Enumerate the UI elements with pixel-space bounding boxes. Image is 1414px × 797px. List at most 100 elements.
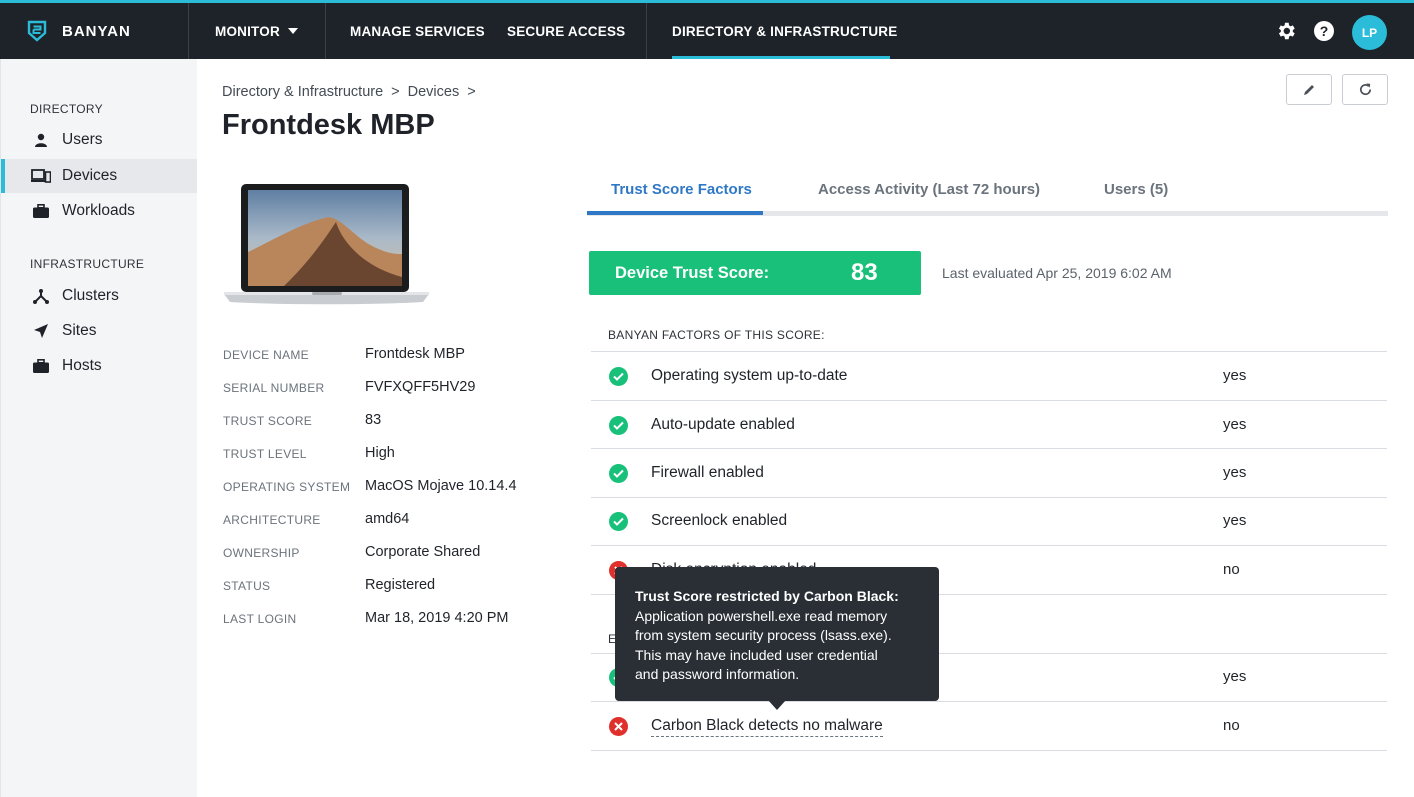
tooltip-title: Trust Score restricted by Carbon Black: [635, 588, 899, 604]
check-circle-icon [609, 512, 628, 531]
refresh-icon [1359, 83, 1371, 96]
detail-label: OWNERSHIP [223, 546, 300, 560]
nav-manage-services[interactable]: MANAGE SERVICES [350, 3, 485, 59]
tooltip-line: and password information. [635, 666, 800, 682]
detail-value-trust-level: High [365, 445, 395, 461]
factor-name: Firewall enabled [651, 464, 764, 481]
breadcrumb-separator: > [467, 84, 476, 100]
tooltip-line: from system security process (lsass.exe)… [635, 627, 892, 643]
detail-value-trust-score: 83 [365, 412, 382, 428]
factor-value: yes [1223, 416, 1247, 433]
sidebar-item-hosts[interactable]: Hosts [1, 349, 197, 383]
factor-value: yes [1223, 464, 1247, 481]
factor-name: Screenlock enabled [651, 512, 788, 529]
factor-name: Operating system up-to-date [651, 367, 848, 384]
factor-row: Auto-update enabled yes [591, 401, 1387, 449]
detail-label: TRUST LEVEL [223, 447, 307, 461]
sidebar-item-label: Sites [62, 322, 97, 339]
factor-name: Auto-update enabled [651, 416, 795, 433]
breadcrumb-separator: > [391, 84, 400, 100]
trust-score-value: 83 [851, 259, 878, 286]
sidebar-heading-infrastructure: INFRASTRUCTURE [30, 257, 145, 271]
sidebar-item-label: Users [62, 131, 103, 148]
last-evaluated-text: Last evaluated Apr 25, 2019 6:02 AM [942, 265, 1172, 281]
brand-name: BANYAN [62, 22, 131, 40]
caret-down-icon [287, 28, 298, 34]
nav-secure-access[interactable]: SECURE ACCESS [507, 3, 625, 59]
tooltip-line: This may have included user credential [635, 646, 878, 663]
nav-directory-infrastructure-label: DIRECTORY & INFRASTRUCTURE [672, 23, 898, 39]
factor-value: yes [1223, 367, 1247, 384]
sidebar-heading-directory: DIRECTORY [30, 102, 103, 116]
detail-label: OPERATING SYSTEM [223, 480, 351, 494]
cluster-icon [31, 288, 51, 304]
refresh-button[interactable] [1342, 74, 1388, 105]
detail-value-status: Registered [365, 577, 436, 593]
help-icon[interactable]: ? [1313, 20, 1335, 42]
device-trust-score-badge: Device Trust Score: 83 [589, 251, 921, 295]
factor-value: no [1223, 561, 1240, 578]
banyan-factors-heading: BANYAN FACTORS OF THIS SCORE: [608, 328, 825, 342]
detail-value-serial-number: FVFXQFF5HV29 [365, 379, 476, 395]
briefcase-icon [31, 203, 51, 219]
nav-directory-infrastructure[interactable]: DIRECTORY & INFRASTRUCTURE [672, 3, 897, 59]
user-icon [31, 132, 51, 148]
tooltip-line: Application powershell.exe read memory [635, 607, 888, 624]
top-navigation-bar: BANYAN MONITOR MANAGE SERVICES SECURE AC… [0, 0, 1414, 59]
factor-value: yes [1223, 512, 1247, 529]
sidebar-item-sites[interactable]: Sites [1, 314, 197, 348]
sidebar-item-label: Clusters [62, 287, 119, 304]
nav-active-indicator [672, 56, 890, 59]
check-circle-icon [609, 416, 628, 435]
nav-monitor-label: MONITOR [215, 23, 280, 39]
breadcrumb-devices[interactable]: Devices [408, 84, 460, 100]
sidebar-item-workloads[interactable]: Workloads [1, 194, 197, 228]
sidebar-item-devices[interactable]: Devices [1, 159, 197, 193]
check-circle-icon [609, 464, 628, 483]
detail-value-last-login: Mar 18, 2019 4:20 PM [365, 610, 509, 626]
tooltip-arrow [768, 700, 786, 710]
gear-icon[interactable] [1275, 20, 1297, 42]
detail-value-ownership: Corporate Shared [365, 544, 481, 560]
pencil-icon [1304, 84, 1314, 95]
sidebar-item-users[interactable]: Users [1, 123, 197, 157]
detail-label: SERIAL NUMBER [223, 381, 325, 395]
detail-value-architecture: amd64 [365, 511, 410, 527]
factor-row: Carbon Black detects no malware no [591, 702, 1387, 750]
detail-value-operating-system: MacOS Mojave 10.14.4 [365, 478, 517, 494]
divider [591, 750, 1387, 751]
detail-label: ARCHITECTURE [223, 513, 321, 527]
tab-trust-score-factors[interactable]: Trust Score Factors [611, 181, 752, 198]
tab-users[interactable]: Users (5) [1104, 181, 1168, 198]
detail-label: LAST LOGIN [223, 612, 297, 626]
nav-monitor[interactable]: MONITOR [215, 3, 298, 59]
nav-divider [325, 3, 326, 59]
sidebar-item-label: Devices [62, 167, 118, 184]
user-avatar[interactable]: LP [1352, 15, 1387, 50]
tab-access-activity[interactable]: Access Activity (Last 72 hours) [818, 181, 1040, 198]
banyan-logo-icon [27, 20, 47, 42]
nav-divider [646, 3, 647, 59]
brand-logo[interactable]: BANYAN [0, 3, 189, 59]
edit-button[interactable] [1286, 74, 1332, 105]
factor-row: Operating system up-to-date yes [591, 352, 1387, 400]
carbon-black-factor-link[interactable]: Carbon Black detects no malware [651, 717, 883, 737]
svg-text:?: ? [1320, 23, 1329, 39]
factor-row: Firewall enabled yes [591, 449, 1387, 497]
factor-value: yes [1223, 668, 1247, 685]
carbon-black-tooltip: Trust Score restricted by Carbon Black: … [615, 567, 939, 701]
sidebar-item-clusters[interactable]: Clusters [1, 279, 197, 313]
detail-value-device-name: Frontdesk MBP [365, 346, 465, 362]
sidebar-item-label: Hosts [62, 357, 102, 374]
nav-manage-services-label: MANAGE SERVICES [350, 23, 485, 39]
sidebar: DIRECTORY Users Devices Workloads INFRAS… [0, 59, 197, 797]
device-image [224, 184, 429, 305]
breadcrumb-directory-infrastructure[interactable]: Directory & Infrastructure [222, 84, 383, 100]
error-circle-icon [609, 717, 628, 736]
detail-label: STATUS [223, 579, 271, 593]
sidebar-item-label: Workloads [62, 202, 135, 219]
active-tab-indicator [587, 211, 763, 215]
location-arrow-icon [31, 323, 51, 339]
factor-value: no [1223, 717, 1240, 734]
check-circle-icon [609, 367, 628, 386]
